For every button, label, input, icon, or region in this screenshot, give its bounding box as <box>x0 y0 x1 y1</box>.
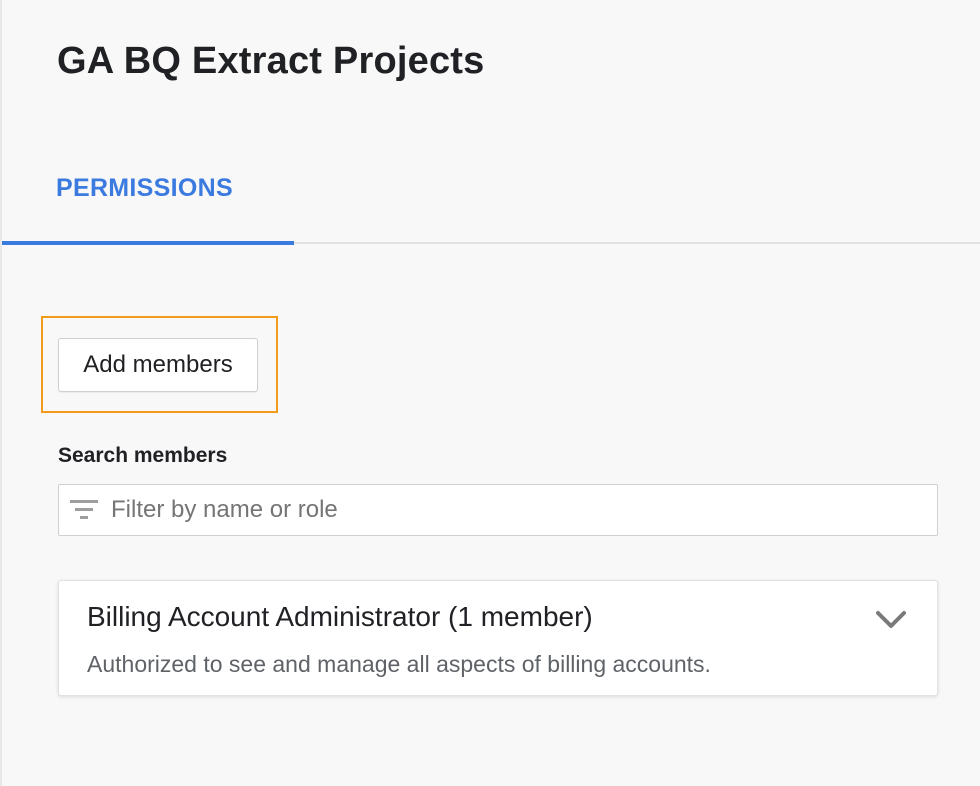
filter-icon <box>70 500 98 519</box>
role-title: Billing Account Administrator (1 member) <box>87 601 593 632</box>
page-title: GA BQ Extract Projects <box>57 40 485 82</box>
active-tab-indicator <box>2 241 294 245</box>
search-members-label: Search members <box>58 444 228 467</box>
search-input[interactable] <box>111 485 931 535</box>
tab-permissions[interactable]: PERMISSIONS <box>2 150 294 245</box>
search-field <box>58 484 938 536</box>
tab-permissions-label: PERMISSIONS <box>56 174 233 202</box>
chevron-down-icon[interactable] <box>873 607 909 633</box>
tab-bar: PERMISSIONS <box>2 150 980 245</box>
page: GA BQ Extract Projects PERMISSIONS Add m… <box>0 0 980 786</box>
add-members-button[interactable]: Add members <box>58 338 258 392</box>
role-description: Authorized to see and manage all aspects… <box>87 651 711 677</box>
role-card-billing-account-administrator[interactable]: Billing Account Administrator (1 member)… <box>58 580 938 696</box>
